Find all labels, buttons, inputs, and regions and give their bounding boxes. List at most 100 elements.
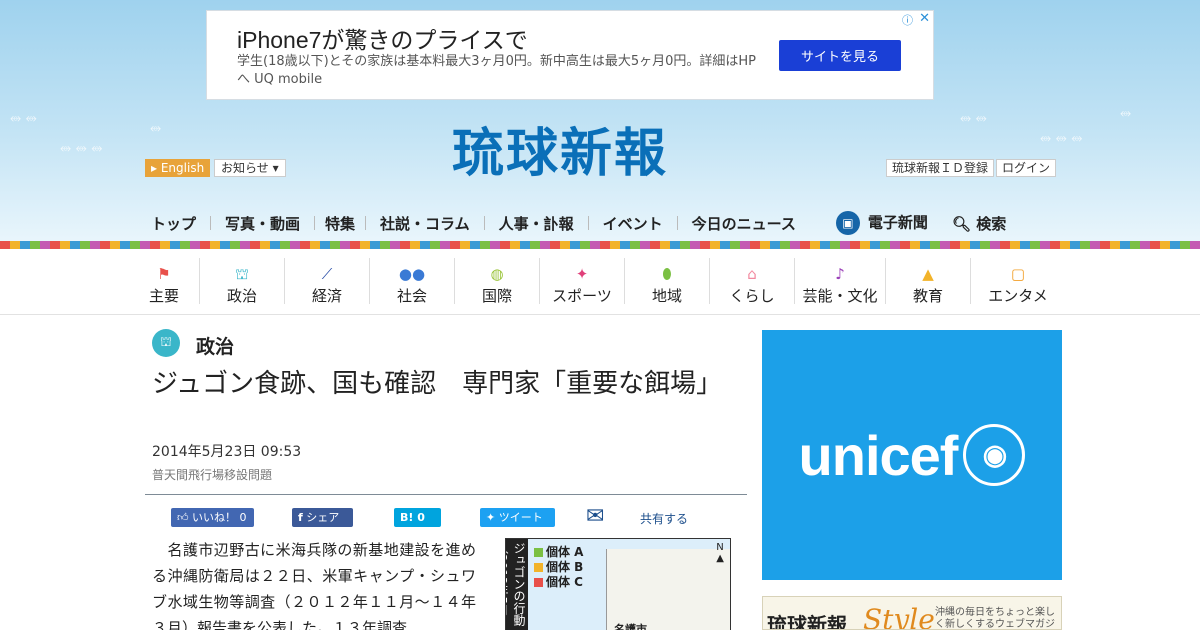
ad-title: iPhone7が驚きのプライスで xyxy=(237,27,528,53)
style-banner-subtitle: 沖縄の毎日をちょっと楽しく新しくするウェブマガジン xyxy=(935,607,1055,630)
style-banner-name: 琉球新報 xyxy=(767,613,847,630)
category-economy[interactable]: ⟋ 経済 xyxy=(285,256,369,306)
chart-icon: ⟋ xyxy=(321,265,333,283)
nav-top[interactable]: トップ xyxy=(145,213,210,234)
category-label: 社会 xyxy=(396,287,427,305)
site-logo[interactable]: 琉球新報 xyxy=(452,122,752,186)
like-label: いいね！ 0 xyxy=(192,511,247,524)
north-arrow-icon: N ▲ xyxy=(716,542,724,564)
category-label: 経済 xyxy=(311,287,342,305)
category-label: 教育 xyxy=(912,287,943,305)
runner-icon: ✦ xyxy=(575,265,589,283)
legend-label: 個体 C xyxy=(546,575,583,589)
nav-editorial[interactable]: 社説・コラム xyxy=(366,213,484,234)
legend-swatch xyxy=(534,563,543,572)
nav-search[interactable]: 🔍︎ 検索 xyxy=(942,213,1020,234)
category-education[interactable]: ▲ 教育 xyxy=(886,256,970,306)
article-body: 名護市辺野古に米海兵隊の新基地建設を進める沖縄防衛局は２２日、米軍キャンプ・シュ… xyxy=(152,541,476,630)
category-politics[interactable]: ⛫ 政治 xyxy=(200,256,284,306)
category-society[interactable]: ●● 社会 xyxy=(370,256,454,306)
north-label: N xyxy=(716,542,724,553)
notice-label: お知らせ xyxy=(221,161,269,175)
category-label: 地域 xyxy=(651,287,682,305)
monitor-icon: ▣ xyxy=(835,211,860,235)
nav-personnel[interactable]: 人事・訃報 xyxy=(485,213,588,234)
map-title: ジュゴンの行動（2013年5月 xyxy=(506,539,528,630)
tv-icon: ▢ xyxy=(1010,265,1026,283)
article-date: 2014年5月23日 09:53 xyxy=(152,444,302,460)
legend-swatch xyxy=(534,578,543,587)
globe-icon: ◍ xyxy=(490,265,504,283)
share-label: シェア xyxy=(306,511,340,524)
people-icon: ●● xyxy=(398,265,426,283)
mortarboard-icon: ▲ xyxy=(922,265,934,283)
flag-icon: ⚑ xyxy=(157,265,171,283)
english-label: English xyxy=(160,161,205,175)
nav-epaper[interactable]: ▣ 電子新聞 xyxy=(810,211,942,235)
thumbs-up-icon: 👍︎ xyxy=(177,511,189,524)
search-icon: 🔍︎ xyxy=(951,214,971,233)
unicef-ad[interactable]: unicef ◉ xyxy=(762,330,1062,580)
notice-dropdown[interactable]: お知らせ ▾ xyxy=(214,159,286,177)
article-tag[interactable]: 普天間飛行場移設問題 xyxy=(152,466,272,483)
fish-decoration-icon: ⥈ ⥈ ⥈ xyxy=(60,140,103,156)
tweet-label: ツイート xyxy=(498,511,543,524)
category-sports[interactable]: ✦ スポーツ xyxy=(540,256,624,306)
unicef-logo-text: unicef xyxy=(798,423,959,487)
login-button[interactable]: ログイン xyxy=(996,159,1057,177)
category-label: 政治 xyxy=(226,287,257,305)
english-button[interactable]: ▸ English xyxy=(145,159,211,177)
ad-banner[interactable]: iPhone7が驚きのプライスで 学生(18歳以下)とその家族は基本料最大3ヶ月… xyxy=(206,10,934,100)
facebook-icon: f xyxy=(298,511,303,524)
top-navigation: トップ 写真・動画 特集 社説・コラム 人事・訃報 イベント 今日のニュース ▣… xyxy=(145,210,1020,236)
like-button[interactable]: 👍︎ いいね！ 0 xyxy=(171,508,254,527)
nav-today-news[interactable]: 今日のニュース xyxy=(678,213,810,234)
nav-event[interactable]: イベント xyxy=(589,213,677,234)
category-living[interactable]: ⌂ くらし xyxy=(710,256,794,306)
category-international[interactable]: ◍ 国際 xyxy=(455,256,539,306)
mail-icon[interactable]: ✉ xyxy=(586,504,604,529)
share-link[interactable]: 共有する xyxy=(640,510,688,527)
music-icon: ♪ xyxy=(835,265,845,283)
epaper-label: 電子新聞 xyxy=(867,213,928,232)
unicef-emblem-icon: ◉ xyxy=(963,424,1026,486)
close-icon[interactable]: ✕ xyxy=(919,11,930,26)
ad-site-button[interactable]: サイトを見る xyxy=(779,40,901,71)
map-city-label: 名護市 xyxy=(614,623,647,630)
decorative-pattern xyxy=(0,241,1200,249)
house-icon: ⌂ xyxy=(747,265,757,283)
category-label: エンタメ xyxy=(988,287,1048,305)
capitol-icon: ⛫ xyxy=(152,329,180,357)
category-label: 国際 xyxy=(481,287,512,305)
legend-swatch xyxy=(534,548,543,557)
category-main[interactable]: ⚑ 主要 xyxy=(145,256,183,306)
fish-decoration-icon: ⥈ ⥈ xyxy=(960,110,987,126)
divider xyxy=(0,314,1200,315)
capitol-icon: ⛫ xyxy=(235,265,249,283)
fish-decoration-icon: ⥈ xyxy=(1120,105,1132,121)
category-label: くらし xyxy=(729,287,775,305)
divider xyxy=(145,494,747,495)
facebook-share-button[interactable]: f シェア xyxy=(292,508,353,527)
article-map-image[interactable]: ジュゴンの行動（2013年5月 個体 A 個体 B 個体 C 名護市 N▲ xyxy=(505,538,731,630)
category-navigation: ⚑ 主要 ⛫ 政治 ⟋ 経済 ●● 社会 ◍ 国際 ✦ スポーツ ⬮ 地域 ⌂ くらし ♪ 芸能・… xyxy=(145,256,1065,310)
search-label: 検索 xyxy=(976,214,1007,233)
fish-decoration-icon: ⥈ xyxy=(150,120,162,136)
category-culture[interactable]: ♪ 芸能・文化 xyxy=(795,256,885,306)
style-banner[interactable]: 琉球新報 Style 沖縄の毎日をちょっと楽しく新しくするウェブマガジン xyxy=(762,596,1062,630)
category-region[interactable]: ⬮ 地域 xyxy=(625,256,709,306)
tweet-button[interactable]: ✦ ツイート xyxy=(480,508,555,527)
style-banner-word: Style xyxy=(863,603,935,630)
section-title[interactable]: 政治 xyxy=(196,332,234,359)
nav-photo-video[interactable]: 写真・動画 xyxy=(211,213,314,234)
caret-down-icon: ▾ xyxy=(272,161,279,175)
legend-label: 個体 B xyxy=(546,560,584,574)
nav-feature[interactable]: 特集 xyxy=(315,213,365,234)
legend-label: 個体 A xyxy=(546,545,584,559)
info-icon[interactable]: ⓘ xyxy=(902,12,913,28)
hatena-bookmark-button[interactable]: B! 0 xyxy=(394,508,441,527)
id-register-button[interactable]: 琉球新報ＩＤ登録 xyxy=(886,159,995,177)
fish-decoration-icon: ⥈ ⥈ ⥈ xyxy=(1040,130,1083,146)
category-label: 芸能・文化 xyxy=(802,287,878,305)
category-entertainment[interactable]: ▢ エンタメ xyxy=(971,256,1065,306)
